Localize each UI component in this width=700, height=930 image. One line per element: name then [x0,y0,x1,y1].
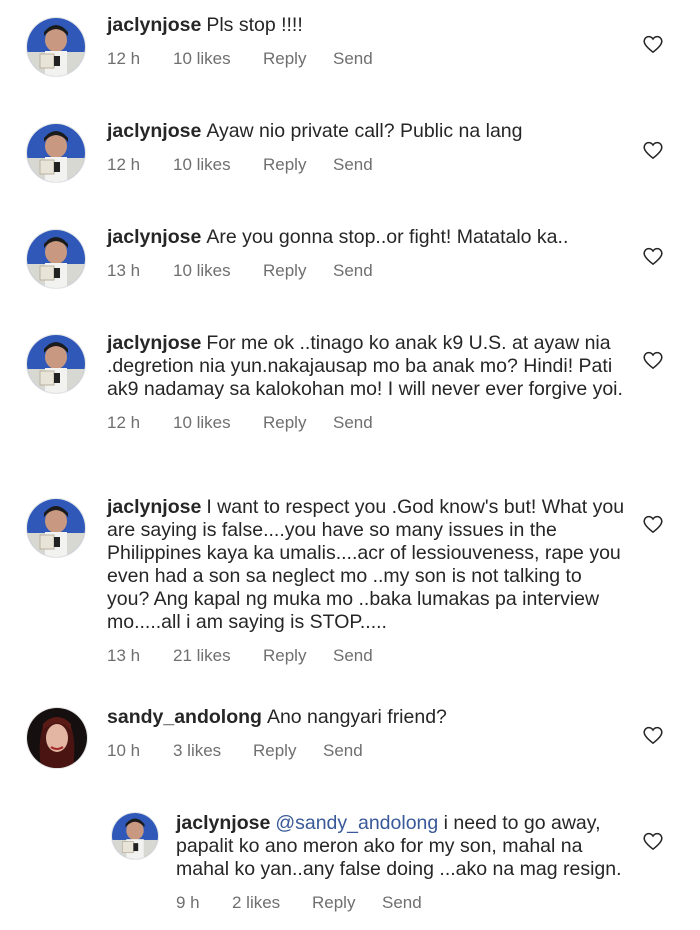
heart-outline-icon[interactable] [642,725,664,745]
comment-text: Ayaw nio private call? Public na lang [206,120,523,142]
avatar[interactable] [26,498,86,558]
comment-text: Pls stop !!!! [206,14,303,36]
comment-likes[interactable]: 10 likes [173,413,263,433]
send-button[interactable]: Send [382,893,422,913]
comment-likes[interactable]: 21 likes [173,646,263,666]
comment-time: 13 h [107,261,141,280]
comment-time: 9 h [176,893,200,912]
comment-time: 13 h [107,646,141,665]
reply-button[interactable]: Reply [253,741,323,761]
comment-text: Are you gonna stop..or fight! Matatalo k… [206,226,569,248]
comment-username[interactable]: jaclynjose [107,14,201,36]
avatar[interactable] [26,229,86,289]
send-button[interactable]: Send [323,741,363,761]
heart-outline-icon[interactable] [642,831,664,851]
send-button[interactable]: Send [333,646,373,666]
reply-button[interactable]: Reply [263,646,333,666]
send-button[interactable]: Send [333,261,373,281]
comment-likes[interactable]: 2 likes [232,893,312,913]
comment-time: 12 h [107,49,141,68]
comment-likes[interactable]: 10 likes [173,49,263,69]
avatar[interactable] [26,334,86,394]
heart-outline-icon[interactable] [642,514,664,534]
comment-likes[interactable]: 3 likes [173,741,253,761]
avatar[interactable] [26,17,86,77]
avatar[interactable] [26,707,88,769]
heart-outline-icon[interactable] [642,350,664,370]
comment-time: 12 h [107,155,141,174]
send-button[interactable]: Send [333,49,373,69]
comment-time: 12 h [107,413,141,432]
comment-username[interactable]: jaclynjose [107,332,201,354]
comment-time: 10 h [107,741,141,760]
avatar[interactable] [111,812,159,860]
heart-outline-icon[interactable] [642,246,664,266]
heart-outline-icon[interactable] [642,140,664,160]
mention-link[interactable]: @sandy_andolong [275,812,438,834]
reply-button[interactable]: Reply [312,893,382,913]
comment-likes[interactable]: 10 likes [173,155,263,175]
send-button[interactable]: Send [333,413,373,433]
comment-likes[interactable]: 10 likes [173,261,263,281]
comment-username[interactable]: jaclynjose [107,496,201,518]
send-button[interactable]: Send [333,155,373,175]
reply-button[interactable]: Reply [263,261,333,281]
comment-username[interactable]: jaclynjose [107,226,201,248]
comment-username[interactable]: jaclynjose [107,120,201,142]
comment-username[interactable]: sandy_andolong [107,706,262,728]
comment-text: Ano nangyari friend? [266,706,447,728]
reply-username[interactable]: jaclynjose [176,812,270,834]
avatar[interactable] [26,123,86,183]
reply-button[interactable]: Reply [263,155,333,175]
reply-button[interactable]: Reply [263,49,333,69]
reply-button[interactable]: Reply [263,413,333,433]
heart-outline-icon[interactable] [642,34,664,54]
